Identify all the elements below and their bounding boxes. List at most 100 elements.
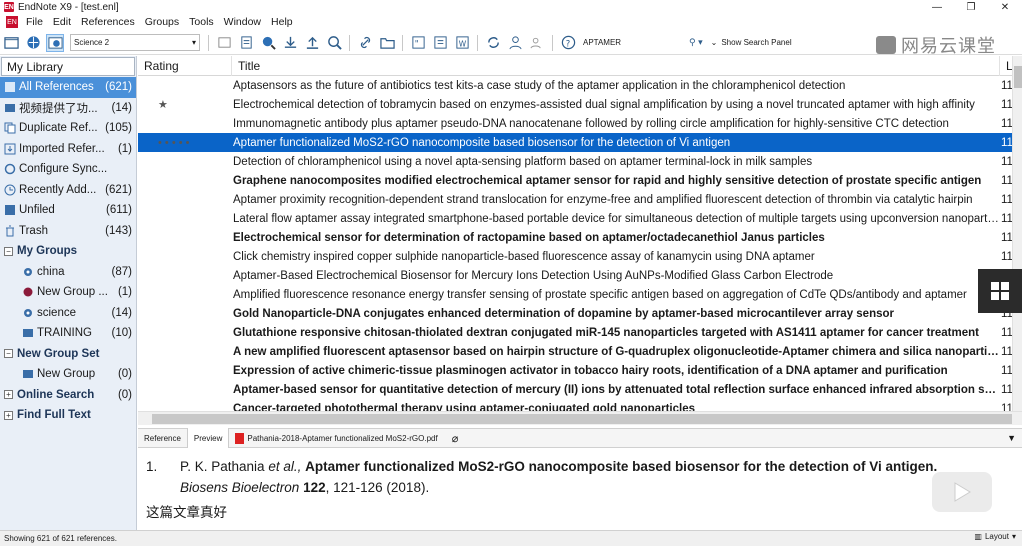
table-row[interactable]: Immunomagnetic antibody plus aptamer pse… <box>138 114 1012 133</box>
tab-pdf[interactable]: Pathania-2018-Aptamer functionalized MoS… <box>229 428 443 448</box>
table-row[interactable]: Gold Nanoparticle-DNA conjugates enhance… <box>138 304 1012 323</box>
group-unfiled[interactable]: Unfiled (611) <box>0 200 136 221</box>
table-row[interactable]: Lateral flow aptamer assay integrated sm… <box>138 209 1012 228</box>
table-row[interactable]: Expression of active chimeric-tissue pla… <box>138 361 1012 380</box>
minimize-button[interactable]: — <box>920 0 954 14</box>
local-library-icon[interactable] <box>2 34 20 52</box>
rating-cell[interactable] <box>138 228 232 247</box>
restore-button[interactable]: ❐ <box>954 0 988 14</box>
horizontal-scroll-thumb[interactable] <box>152 414 1012 424</box>
horizontal-scrollbar[interactable] <box>138 411 1022 425</box>
rating-cell[interactable] <box>138 266 232 285</box>
rating-cell[interactable] <box>138 247 232 266</box>
rating-cell[interactable] <box>138 342 232 361</box>
collapse-toggle-icon[interactable]: − <box>4 349 13 359</box>
group-video-provided[interactable]: 视频提供了功... (14) <box>0 98 136 119</box>
table-row[interactable]: Graphene nanocomposites modified electro… <box>138 171 1012 190</box>
my-groups-header[interactable]: − My Groups <box>0 241 136 262</box>
output-style-select[interactable]: Science 2 ▾ <box>70 34 200 51</box>
table-row-selected[interactable]: • • • • • Aptamer functionalized MoS2-rGO… <box>138 133 1012 152</box>
tab-preview[interactable]: Preview <box>186 428 230 448</box>
rating-cell[interactable] <box>138 76 232 95</box>
group-new-group-in-set[interactable]: New Group (0) <box>0 364 136 385</box>
online-search-header[interactable]: + Online Search (0) <box>0 385 136 406</box>
group-science[interactable]: science (14) <box>0 303 136 324</box>
quick-search-input[interactable]: APTAMER <box>579 34 689 51</box>
rating-cell[interactable] <box>138 114 232 133</box>
rating-cell[interactable]: ★ <box>138 95 232 114</box>
table-row[interactable]: Electrochemical sensor for determination… <box>138 228 1012 247</box>
group-configure-sync[interactable]: Configure Sync... <box>0 159 136 180</box>
sync-icon[interactable] <box>484 34 502 52</box>
panel-menu-icon[interactable]: ▼ <box>1007 433 1016 443</box>
rating-cell[interactable] <box>138 361 232 380</box>
group-duplicate-references[interactable]: Duplicate Ref... (105) <box>0 118 136 139</box>
menu-tools[interactable]: Tools <box>184 16 219 28</box>
column-header-rating[interactable]: Rating <box>138 56 232 76</box>
table-row[interactable]: Aptamer-based sensor for quantitative de… <box>138 380 1012 399</box>
rating-cell[interactable] <box>138 171 232 190</box>
group-users-icon[interactable] <box>528 34 546 52</box>
table-row[interactable]: Aptamer-Based Electrochemical Biosensor … <box>138 266 1012 285</box>
expand-toggle-icon[interactable]: + <box>4 390 13 400</box>
integrated-library-icon[interactable] <box>46 33 64 52</box>
menu-references[interactable]: References <box>76 16 140 28</box>
online-search-icon[interactable] <box>259 34 277 52</box>
group-trash[interactable]: Trash (143) <box>0 221 136 242</box>
find-full-text-icon[interactable] <box>325 34 343 52</box>
rating-cell[interactable] <box>138 190 232 209</box>
group-recently-added[interactable]: Recently Add... (621) <box>0 180 136 201</box>
group-imported-references[interactable]: Imported Refer... (1) <box>0 139 136 160</box>
menu-help[interactable]: Help <box>266 16 298 28</box>
open-file-icon[interactable] <box>378 34 396 52</box>
layout-button[interactable]: ▥ Layout ▾ <box>974 532 1016 541</box>
attachment-icon[interactable]: ⌀ <box>452 432 459 445</box>
table-row[interactable]: Glutathione responsive chitosan-thiolate… <box>138 323 1012 342</box>
import-icon[interactable] <box>281 34 299 52</box>
rating-cell[interactable] <box>138 285 232 304</box>
table-row[interactable]: ★ Electrochemical detection of tobramycin… <box>138 95 1012 114</box>
word-integration-icon[interactable]: W <box>453 34 471 52</box>
group-china[interactable]: china (87) <box>0 262 136 283</box>
copy-formatted-icon[interactable] <box>215 34 233 52</box>
vertical-scroll-thumb[interactable] <box>1014 66 1022 88</box>
collapse-toggle-icon[interactable]: − <box>4 246 13 256</box>
rating-cell[interactable] <box>138 304 232 323</box>
share-library-icon[interactable] <box>506 34 524 52</box>
insert-citation-icon[interactable]: " <box>409 34 427 52</box>
library-header[interactable]: My Library <box>1 57 135 76</box>
floating-grid-button[interactable] <box>978 269 1022 313</box>
show-search-panel-button[interactable]: ⌄ Show Search Panel <box>711 38 792 47</box>
search-options-icon[interactable]: ⚲ ▾ <box>689 37 703 48</box>
group-training[interactable]: TRAINING (10) <box>0 323 136 344</box>
export-icon[interactable] <box>303 34 321 52</box>
table-row[interactable]: Aptamer proximity recognition-dependent … <box>138 190 1012 209</box>
group-new-group[interactable]: New Group ... (1) <box>0 282 136 303</box>
rating-cell[interactable] <box>138 380 232 399</box>
rating-cell[interactable]: • • • • • <box>138 133 232 152</box>
rating-cell[interactable] <box>138 209 232 228</box>
tab-reference[interactable]: Reference <box>138 428 187 448</box>
table-row[interactable]: Aptasensors as the future of antibiotics… <box>138 76 1012 95</box>
help-icon[interactable]: ? <box>559 34 577 52</box>
table-row[interactable]: Click chemistry inspired copper sulphide… <box>138 247 1012 266</box>
rating-cell[interactable] <box>138 152 232 171</box>
expand-toggle-icon[interactable]: + <box>4 410 13 420</box>
column-header-title[interactable]: Title <box>232 56 1000 76</box>
new-group-set-header[interactable]: − New Group Set <box>0 344 136 365</box>
group-all-references[interactable]: All References (621) <box>0 77 136 98</box>
table-row[interactable]: Detection of chloramphenicol using a nov… <box>138 152 1012 171</box>
new-reference-icon[interactable] <box>237 34 255 52</box>
vertical-scrollbar[interactable] <box>1012 56 1022 411</box>
menu-groups[interactable]: Groups <box>140 16 184 28</box>
menu-file[interactable]: File <box>21 16 48 28</box>
video-play-button[interactable] <box>932 472 992 512</box>
rating-cell[interactable] <box>138 323 232 342</box>
menu-window[interactable]: Window <box>219 16 266 28</box>
document-menu-icon[interactable]: EN <box>6 16 18 28</box>
menu-edit[interactable]: Edit <box>48 16 76 28</box>
find-full-text-header[interactable]: + Find Full Text <box>0 405 136 426</box>
table-row[interactable]: A new amplified fluorescent aptasensor b… <box>138 342 1012 361</box>
open-link-icon[interactable] <box>356 34 374 52</box>
online-search-mode-icon[interactable] <box>24 34 42 52</box>
